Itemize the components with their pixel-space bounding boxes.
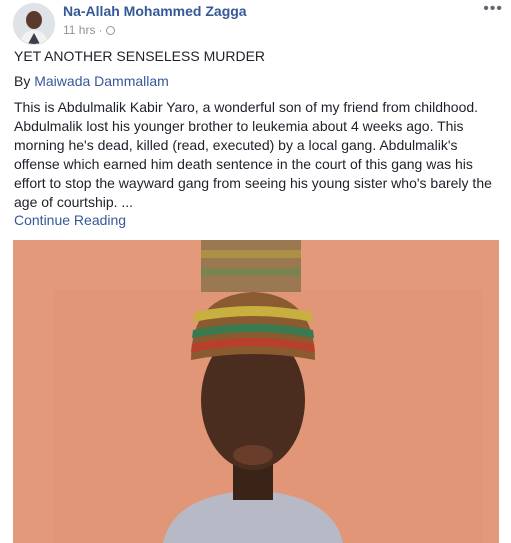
globe-icon bbox=[106, 25, 116, 35]
byline-prefix: By bbox=[14, 73, 35, 89]
post-body: This is Abdulmalik Kabir Yaro, a wonderf… bbox=[14, 99, 492, 210]
meta-separator: · bbox=[98, 23, 103, 37]
author-avatar[interactable] bbox=[13, 3, 55, 45]
post-meta: 11 hrs · bbox=[63, 23, 116, 37]
avatar-image bbox=[14, 4, 54, 44]
more-options-icon[interactable]: ••• bbox=[483, 0, 503, 18]
post-header: Na-Allah Mohammed Zagga 11 hrs · ••• bbox=[0, 0, 511, 45]
post-title: YET ANOTHER SENSELESS MURDER bbox=[14, 48, 266, 64]
post-photo[interactable] bbox=[13, 240, 499, 543]
post-time[interactable]: 11 hrs bbox=[63, 23, 95, 37]
author-name[interactable]: Na-Allah Mohammed Zagga bbox=[63, 3, 247, 19]
byline-author-link[interactable]: Maiwada Dammallam bbox=[34, 73, 169, 89]
photo-illustration bbox=[13, 240, 499, 543]
byline: By Maiwada Dammallam bbox=[14, 73, 169, 89]
continue-reading-link[interactable]: Continue Reading bbox=[14, 212, 126, 228]
